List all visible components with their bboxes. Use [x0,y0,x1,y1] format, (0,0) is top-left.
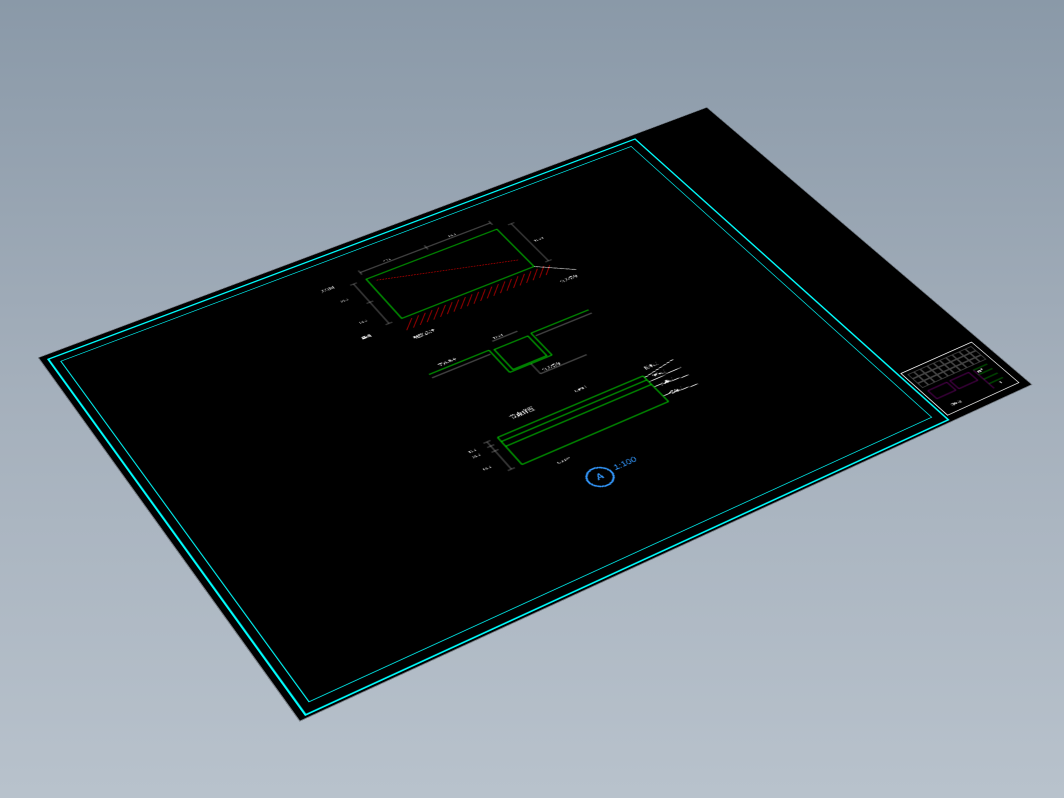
svg-text:工程名称: 工程名称 [946,399,963,408]
svg-text:防水层: 防水层 [642,361,659,371]
svg-text:600: 600 [447,232,457,238]
cad-viewport[interactable]: 410 600 200 500 1500 见详图 基础 [0,0,1064,798]
svg-text:结构层: 结构层 [667,385,684,395]
svg-text:1: 1 [998,380,1005,385]
svg-text:Detail: Detail [573,385,587,393]
svg-text:保温层: 保温层 [650,368,667,378]
svg-text:1500: 1500 [533,236,545,243]
drawing-sheet[interactable]: 410 600 200 500 1500 见详图 基础 [39,108,1031,721]
